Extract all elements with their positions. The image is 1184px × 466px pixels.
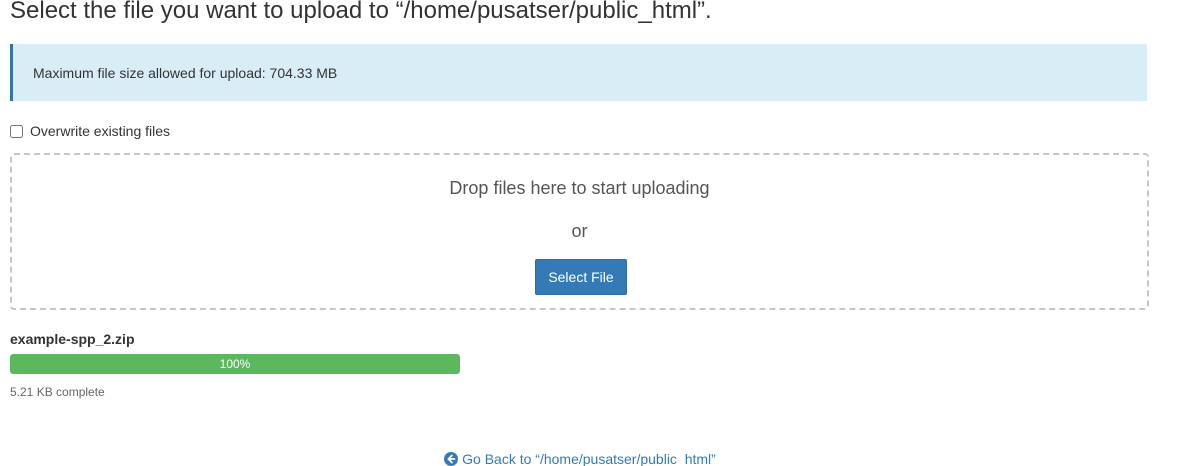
upload-page: Select the file you want to upload to “/… xyxy=(0,0,1184,466)
overwrite-label: Overwrite existing files xyxy=(30,123,171,139)
drop-files-text: Drop files here to start uploading xyxy=(449,178,710,198)
overwrite-option[interactable]: Overwrite existing files xyxy=(10,121,170,141)
page-title: Select the file you want to upload to “/… xyxy=(10,0,712,24)
max-file-size-text: Maximum file size allowed for upload: 70… xyxy=(33,64,338,81)
upload-status-text: 5.21 KB complete xyxy=(10,385,105,399)
upload-progress-bar: 100% xyxy=(10,354,460,374)
select-file-button[interactable]: Select File xyxy=(535,259,627,295)
circle-arrow-left-icon xyxy=(444,452,459,466)
or-text: or xyxy=(571,221,588,241)
upload-progress-fill: 100% xyxy=(10,354,460,374)
overwrite-checkbox[interactable] xyxy=(10,124,23,138)
go-back-link-text: Go Back to “/home/pusatser/public_html” xyxy=(462,451,716,466)
go-back-link[interactable]: Go Back to “/home/pusatser/public_html” xyxy=(0,451,1160,466)
max-file-size-alert: Maximum file size allowed for upload: 70… xyxy=(10,44,1147,101)
file-drop-zone[interactable]: Drop files here to start uploading or Se… xyxy=(10,153,1149,310)
uploaded-file-name: example-spp_2.zip xyxy=(10,331,135,347)
